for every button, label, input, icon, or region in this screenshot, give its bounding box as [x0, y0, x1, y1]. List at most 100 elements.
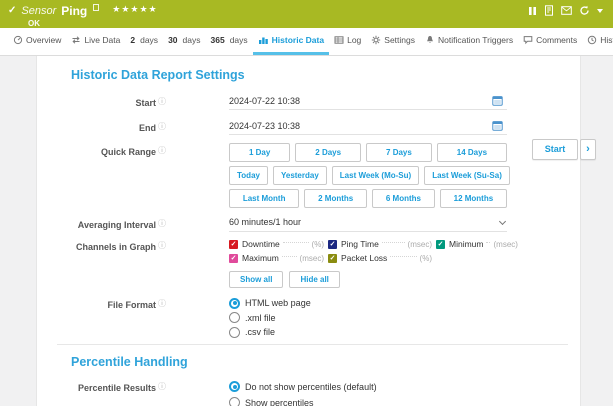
tab-bar: Overview Live Data 2days 30days 365days … — [0, 28, 613, 56]
start-report-arrow-button[interactable]: › — [580, 139, 596, 160]
sensor-header: ✓ Sensor Ping ★★★★★ OK — [0, 0, 613, 28]
tab-comments[interactable]: Comments — [518, 28, 582, 55]
percentile-results-row: Percentile Resultsⓘ Do not show percenti… — [71, 379, 544, 406]
info-icon[interactable]: ⓘ — [158, 219, 166, 228]
end-label: End — [139, 123, 156, 133]
file-format-label: File Format — [107, 300, 156, 310]
radio-selected-icon[interactable] — [229, 298, 240, 309]
start-label: Start — [135, 98, 156, 108]
export-report-icon[interactable] — [544, 5, 554, 16]
sensor-status-badge: OK — [28, 19, 603, 28]
quick-range-button[interactable]: 2 Months — [304, 189, 367, 208]
refresh-icon[interactable] — [579, 5, 590, 16]
start-date-input[interactable]: 2024-07-22 10:38 — [229, 94, 507, 110]
section-title-historic: Historic Data Report Settings — [71, 68, 544, 82]
file-format-row: File Formatⓘ HTML web page .xml file .cs… — [71, 296, 544, 340]
info-icon[interactable]: ⓘ — [158, 241, 166, 250]
radio-icon[interactable] — [229, 327, 240, 338]
percentile-results-label: Percentile Results — [78, 383, 156, 393]
quick-range-button[interactable]: Last Month — [229, 189, 299, 208]
quick-range-button[interactable]: Last Week (Su-Sa) — [424, 166, 510, 185]
chevron-down-icon[interactable] — [597, 9, 603, 13]
tab-365-days[interactable]: 365days — [206, 28, 253, 55]
channel-ping-time: ✓ Ping Time (msec) — [328, 238, 432, 250]
comments-icon — [523, 35, 533, 45]
tab-notification-triggers[interactable]: Notification Triggers — [420, 28, 518, 55]
averaging-interval-label: Averaging Interval — [78, 220, 156, 230]
quick-range-label: Quick Range — [101, 147, 156, 157]
tab-settings[interactable]: Settings — [366, 28, 420, 55]
calendar-icon[interactable] — [492, 120, 503, 131]
radio-icon[interactable] — [229, 397, 240, 406]
file-format-option-html[interactable]: HTML web page — [229, 296, 507, 311]
show-all-button[interactable]: Show all — [229, 271, 283, 288]
sensor-doc-icon[interactable] — [93, 4, 99, 11]
averaging-interval-select[interactable]: 60 minutes/1 hour — [229, 216, 507, 232]
radio-icon[interactable] — [229, 312, 240, 323]
historic-data-icon — [258, 35, 269, 45]
quick-range-button[interactable]: 1 Day — [229, 143, 290, 162]
info-icon[interactable]: ⓘ — [158, 122, 166, 131]
bell-icon — [425, 35, 435, 45]
quick-range-button[interactable]: 12 Months — [440, 189, 507, 208]
channel-checkbox[interactable]: ✓ — [229, 254, 238, 263]
history-icon — [587, 35, 597, 45]
channel-checkbox[interactable]: ✓ — [229, 240, 238, 249]
file-format-option-csv[interactable]: .csv file — [229, 325, 507, 340]
quick-range-button[interactable]: Yesterday — [273, 166, 327, 185]
quick-range-button[interactable]: 14 Days — [437, 143, 507, 162]
averaging-interval-row: Averaging Intervalⓘ 60 minutes/1 hour — [71, 216, 544, 232]
info-icon[interactable]: ⓘ — [158, 382, 166, 391]
channel-downtime: ✓ Downtime (%) — [229, 238, 324, 250]
sensor-kind-label: Sensor — [21, 5, 56, 17]
tab-30-days[interactable]: 30days — [163, 28, 205, 55]
channel-packet-loss: ✓ Packet Loss (%) — [328, 252, 432, 264]
calendar-icon[interactable] — [492, 95, 503, 106]
quick-range-button[interactable]: 6 Months — [372, 189, 435, 208]
channel-checkbox[interactable]: ✓ — [328, 240, 337, 249]
start-panel: Start › — [532, 139, 596, 160]
section-title-percentile: Percentile Handling — [71, 355, 544, 369]
end-row: Endⓘ 2024-07-23 10:38 — [71, 119, 544, 135]
tab-historic-data[interactable]: Historic Data — [253, 28, 329, 55]
overview-icon — [13, 35, 23, 45]
live-data-icon — [71, 35, 81, 45]
quick-range-button[interactable]: 7 Days — [366, 143, 432, 162]
percentile-option-show[interactable]: Show percentiles — [229, 395, 507, 406]
chevron-down-icon — [499, 218, 506, 225]
email-icon[interactable] — [561, 6, 572, 15]
channel-maximum: ✓ Maximum (msec) — [229, 252, 324, 264]
sensor-name: Ping — [61, 4, 87, 18]
prtg-sensor-page: ✓ Sensor Ping ★★★★★ OK Overview Live Dat… — [0, 0, 613, 406]
quick-range-button[interactable]: 2 Days — [295, 143, 361, 162]
channels-label: Channels in Graph — [76, 242, 156, 252]
settings-card: Historic Data Report Settings Startⓘ 202… — [36, 56, 581, 406]
start-row: Startⓘ 2024-07-22 10:38 — [71, 94, 544, 110]
channel-checkbox[interactable]: ✓ — [328, 254, 337, 263]
percentile-option-none[interactable]: Do not show percentiles (default) — [229, 379, 507, 395]
radio-selected-icon[interactable] — [229, 381, 240, 392]
quick-range-row: Quick Rangeⓘ 1 Day 2 Days 7 Days 14 Days… — [71, 143, 544, 208]
channel-minimum: ✓ Minimum (msec) — [436, 238, 511, 250]
quick-range-button[interactable]: Last Week (Mo-Su) — [332, 166, 419, 185]
section-divider — [57, 344, 568, 345]
tab-live-data[interactable]: Live Data — [66, 28, 125, 55]
tab-2-days[interactable]: 2days — [125, 28, 163, 55]
channel-checkbox[interactable]: ✓ — [436, 240, 445, 249]
start-report-button[interactable]: Start — [532, 139, 578, 160]
hide-all-button[interactable]: Hide all — [289, 271, 339, 288]
quick-range-button[interactable]: Today — [229, 166, 268, 185]
pause-icon[interactable] — [528, 6, 537, 16]
end-date-input[interactable]: 2024-07-23 10:38 — [229, 119, 507, 135]
tab-history[interactable]: History — [582, 28, 613, 55]
info-icon[interactable]: ⓘ — [158, 146, 166, 155]
tab-log[interactable]: Log — [329, 28, 366, 55]
priority-stars[interactable]: ★★★★★ — [112, 4, 157, 15]
info-icon[interactable]: ⓘ — [158, 299, 166, 308]
info-icon[interactable]: ⓘ — [158, 97, 166, 106]
log-icon — [334, 35, 344, 45]
tab-overview[interactable]: Overview — [8, 28, 66, 55]
file-format-option-xml[interactable]: .xml file — [229, 311, 507, 326]
status-check-icon: ✓ — [8, 5, 16, 16]
channels-row: Channels in Graphⓘ ✓ Downtime (%) ✓ Ping… — [71, 238, 544, 288]
